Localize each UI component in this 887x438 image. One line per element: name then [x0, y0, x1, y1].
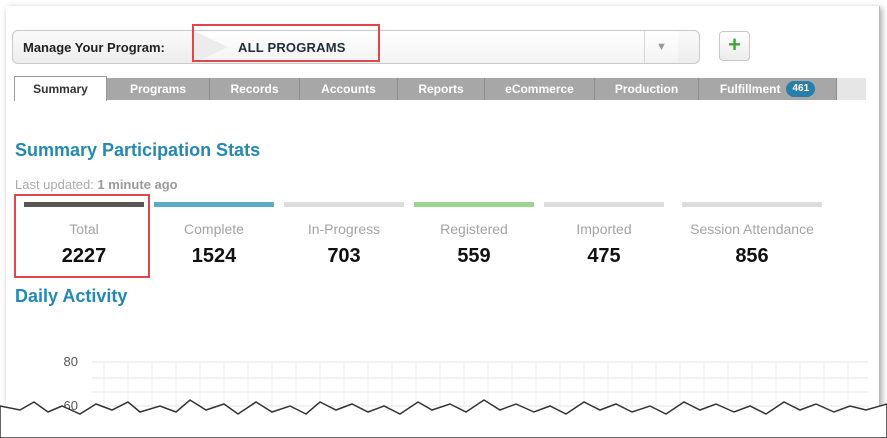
last-updated-value: 1 minute ago [97, 177, 178, 192]
stat-value: 703 [327, 245, 361, 267]
plus-icon: + [728, 32, 741, 57]
tab-summary[interactable]: Summary [14, 76, 107, 101]
tab-label: Records [230, 82, 279, 96]
triangle-down-icon: ▼ [656, 41, 667, 53]
stat-value: 856 [735, 245, 769, 267]
stat-color-bar [284, 202, 404, 207]
tab-label: Summary [33, 82, 88, 96]
tab-records[interactable]: Records [210, 78, 300, 100]
program-label: Manage Your Program: [23, 40, 165, 55]
stat-color-bar [414, 202, 534, 207]
tab-label: eCommerce [505, 82, 574, 96]
stat-session-attendance: Session Attendance 856 [674, 202, 830, 268]
add-program-button[interactable]: + [719, 31, 750, 61]
daily-activity-chart: 80 60 [0, 354, 887, 438]
tab-programs[interactable]: Programs [107, 78, 210, 100]
y-tick-label: 80 [64, 354, 78, 369]
tab-ecommerce[interactable]: eCommerce [485, 78, 595, 100]
last-updated-label: Last updated: [15, 177, 94, 192]
tab-label: Programs [129, 82, 187, 96]
tab-fulfillment[interactable]: Fulfillment 461 [699, 78, 837, 100]
tab-production[interactable]: Production [595, 78, 699, 100]
stat-label: Complete [184, 221, 244, 237]
stat-color-bar [154, 202, 274, 207]
stat-in-progress: In-Progress 703 [284, 202, 404, 268]
tab-accounts[interactable]: Accounts [300, 78, 398, 100]
stat-value: 1524 [191, 245, 237, 267]
stat-value: 559 [457, 245, 491, 267]
tab-strip-filler [837, 78, 866, 100]
app-window: Manage Your Program: ALL PROGRAMS ▼ + Su… [0, 0, 887, 438]
highlight-box-total [14, 194, 150, 278]
tab-label: Reports [418, 82, 464, 96]
dropdown-toggle[interactable]: ▼ [644, 31, 678, 63]
stat-color-bar [544, 202, 664, 207]
tab-reports[interactable]: Reports [398, 78, 485, 100]
fulfillment-count-badge: 461 [786, 81, 816, 97]
last-updated: Last updated: 1 minute ago [15, 177, 178, 192]
highlight-box-program [192, 24, 380, 62]
stat-color-bar [682, 202, 822, 207]
tab-label: Production [614, 82, 679, 96]
stat-registered: Registered 559 [414, 202, 534, 268]
daily-activity-title: Daily Activity [15, 286, 128, 306]
main-tabs: Summary Programs Records Accounts Report… [14, 76, 866, 101]
summary-title: Summary Participation Stats [15, 140, 261, 160]
tab-label: Accounts [321, 82, 376, 96]
stat-value: 475 [587, 245, 621, 267]
stat-label: In-Progress [307, 221, 381, 237]
stat-label: Session Attendance [690, 221, 814, 237]
tab-label: Fulfillment [719, 82, 781, 96]
stat-imported: Imported 475 [544, 202, 664, 268]
stat-label: Imported [576, 221, 632, 237]
stat-label: Registered [440, 221, 508, 237]
stat-complete: Complete 1524 [154, 202, 274, 268]
